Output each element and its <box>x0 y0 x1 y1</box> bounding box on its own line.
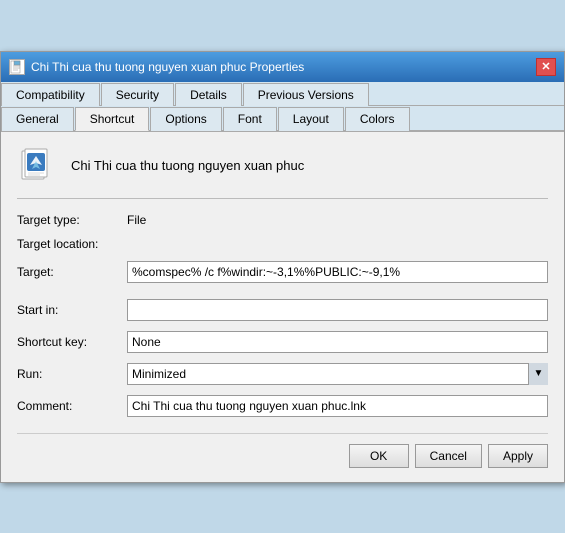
tab-details[interactable]: Details <box>175 83 242 106</box>
tab-layout[interactable]: Layout <box>278 107 344 131</box>
target-input[interactable] <box>127 261 548 283</box>
comment-row: Comment: <box>17 395 548 417</box>
target-type-label: Target type: <box>17 213 127 227</box>
tab-previous-versions[interactable]: Previous Versions <box>243 83 369 106</box>
start-in-row: Start in: <box>17 299 548 321</box>
cancel-button[interactable]: Cancel <box>415 444 482 468</box>
run-label: Run: <box>17 367 127 381</box>
shortcut-key-row: Shortcut key: <box>17 331 548 353</box>
run-select[interactable]: Normal window Minimized Maximized <box>127 363 548 385</box>
comment-input[interactable] <box>127 395 548 417</box>
apply-button[interactable]: Apply <box>488 444 548 468</box>
tab-shortcut[interactable]: Shortcut <box>75 107 150 131</box>
file-name-label: Chi Thi cua thu tuong nguyen xuan phuc <box>71 158 304 173</box>
comment-label: Comment: <box>17 399 127 413</box>
run-row: Run: Normal window Minimized Maximized ▼ <box>17 363 548 385</box>
tab-content: Chi Thi cua thu tuong nguyen xuan phuc T… <box>1 132 564 482</box>
tabs-row-2: General Shortcut Options Font Layout Col… <box>1 106 564 132</box>
start-in-input[interactable] <box>127 299 548 321</box>
window-title: Chi Thi cua thu tuong nguyen xuan phuc P… <box>31 60 304 74</box>
run-select-wrapper: Normal window Minimized Maximized ▼ <box>127 363 548 385</box>
title-bar-left: Chi Thi cua thu tuong nguyen xuan phuc P… <box>9 59 304 75</box>
start-in-label: Start in: <box>17 303 127 317</box>
target-type-value: File <box>127 213 146 227</box>
properties-window: Chi Thi cua thu tuong nguyen xuan phuc P… <box>0 51 565 483</box>
buttons-row: OK Cancel Apply <box>17 433 548 468</box>
tabs-row-1: Compatibility Security Details Previous … <box>1 82 564 106</box>
tab-compatibility[interactable]: Compatibility <box>1 83 100 106</box>
tab-colors[interactable]: Colors <box>345 107 410 131</box>
target-location-row: Target location: <box>17 237 548 251</box>
target-location-label: Target location: <box>17 237 127 251</box>
target-label: Target: <box>17 265 127 279</box>
close-button[interactable]: ✕ <box>536 58 556 76</box>
ok-button[interactable]: OK <box>349 444 409 468</box>
tab-general[interactable]: General <box>1 107 74 131</box>
tab-security[interactable]: Security <box>101 83 174 106</box>
tab-options[interactable]: Options <box>150 107 221 131</box>
title-bar: Chi Thi cua thu tuong nguyen xuan phuc P… <box>1 52 564 82</box>
file-header: Chi Thi cua thu tuong nguyen xuan phuc <box>17 146 548 199</box>
target-type-row: Target type: File <box>17 213 548 227</box>
tab-font[interactable]: Font <box>223 107 277 131</box>
target-row: Target: <box>17 261 548 283</box>
shortcut-key-label: Shortcut key: <box>17 335 127 349</box>
file-icon <box>17 146 57 186</box>
shortcut-key-input[interactable] <box>127 331 548 353</box>
window-icon <box>9 59 25 75</box>
